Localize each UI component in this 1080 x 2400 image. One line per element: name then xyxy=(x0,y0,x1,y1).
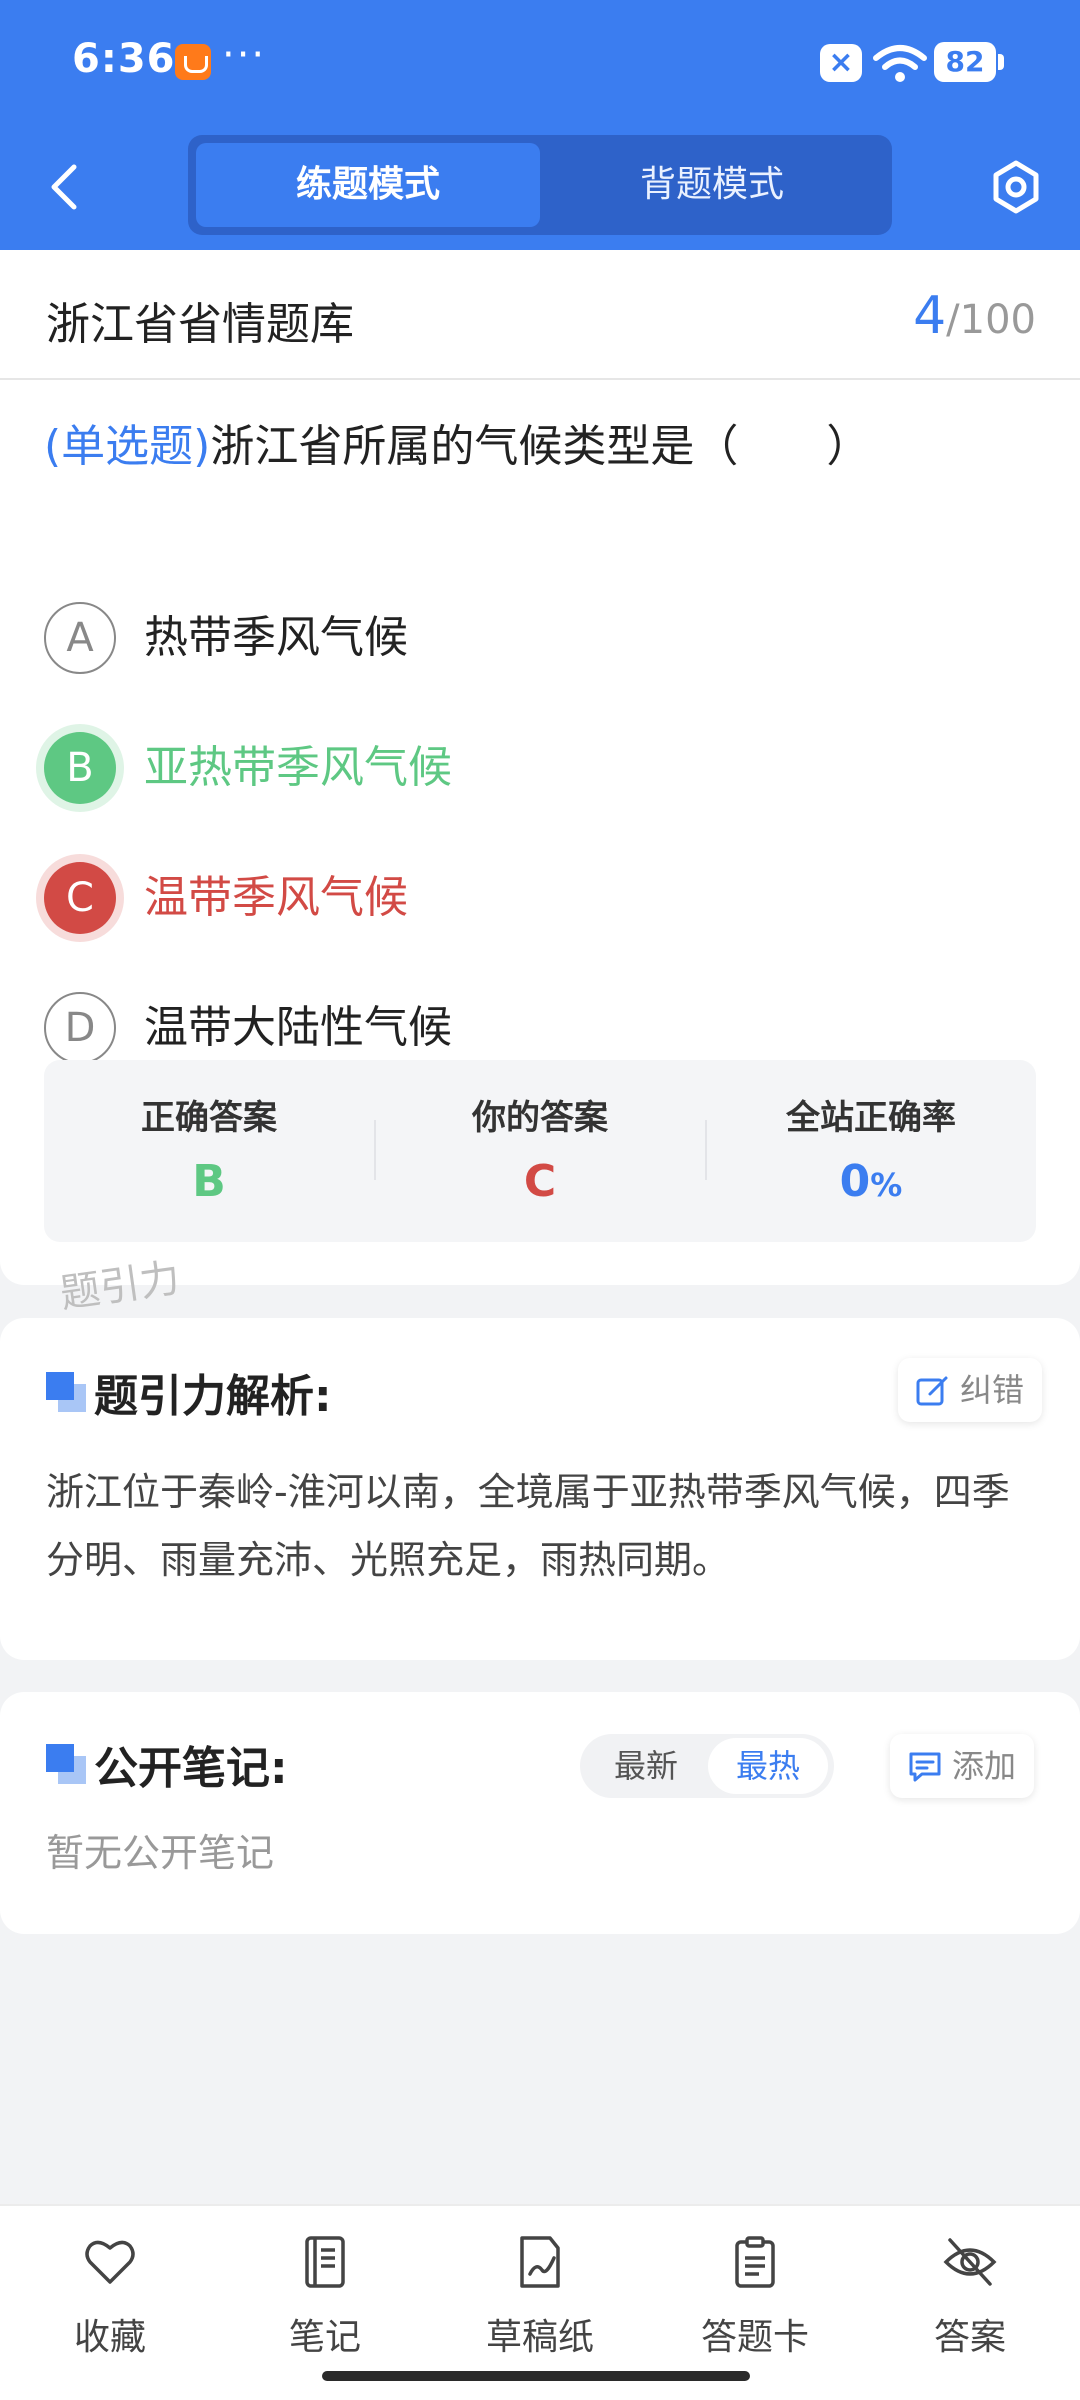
option-letter: B xyxy=(44,732,116,804)
draft-paper-icon xyxy=(520,2236,560,2288)
report-error-label: 纠错 xyxy=(960,1371,1025,1409)
add-note-label: 添加 xyxy=(952,1747,1017,1785)
option-text: 亚热带季风气候 xyxy=(144,742,452,793)
stat-value: B xyxy=(192,1156,226,1207)
accuracy-unit: % xyxy=(870,1166,903,1204)
progress-current: 4 xyxy=(913,286,947,346)
sort-newest[interactable]: 最新 xyxy=(586,1738,706,1794)
toolbar-answer[interactable]: 答案 xyxy=(890,2234,1050,2374)
toolbar-label: 收藏 xyxy=(73,2317,146,2358)
app-header: 6:36 ··· × 82 练题模式 背题模式 xyxy=(0,0,1080,250)
toolbar-notes[interactable]: 笔记 xyxy=(245,2234,405,2374)
comment-icon xyxy=(909,1752,941,1782)
stat-value: C xyxy=(523,1156,557,1207)
option-text: 温带大陆性气候 xyxy=(144,1002,452,1053)
status-bar: 6:36 ··· × 82 xyxy=(0,0,1080,125)
wifi-icon xyxy=(873,45,927,82)
question-card: 浙江省省情题库 4/100 (单选题)浙江省所属的气候类型是（ ） A 热带季风… xyxy=(0,250,1080,1285)
question-progress: 4/100 xyxy=(913,286,1036,346)
section-marker-icon xyxy=(46,1372,86,1412)
back-arrow-icon[interactable] xyxy=(40,157,90,217)
home-indicator[interactable] xyxy=(322,2371,750,2381)
shopping-bag-icon xyxy=(175,44,211,80)
progress-total: /100 xyxy=(946,297,1036,343)
add-note-button[interactable]: 添加 xyxy=(890,1734,1035,1798)
stat-label: 全站正确率 xyxy=(786,1098,956,1138)
stat-label: 你的答案 xyxy=(472,1098,608,1138)
question-bank-title: 浙江省省情题库 xyxy=(46,299,354,350)
analysis-title: 题引力解析: xyxy=(94,1371,332,1422)
stat-label: 正确答案 xyxy=(141,1098,277,1138)
answer-stats: 正确答案 B 你的答案 C 全站正确率 0% xyxy=(44,1060,1036,1242)
option-letter: C xyxy=(44,862,116,934)
toolbar-favorite[interactable]: 收藏 xyxy=(30,2234,190,2374)
toolbar-label: 答案 xyxy=(933,2317,1006,2358)
analysis-card: 题引力解析: 纠错 浙江位于秦岭-淮河以南，全境属于亚热带季风气候，四季分明、雨… xyxy=(0,1318,1080,1660)
option-letter: A xyxy=(44,602,116,674)
notebook-icon xyxy=(305,2236,345,2288)
option-letter: D xyxy=(44,992,116,1064)
option-text: 温带季风气候 xyxy=(144,872,408,923)
status-time: 6:36 xyxy=(72,36,176,82)
sort-hottest[interactable]: 最热 xyxy=(708,1738,828,1794)
notes-title: 公开笔记: xyxy=(94,1743,288,1794)
option-a[interactable]: A 热带季风气候 xyxy=(44,598,1024,678)
edit-icon xyxy=(916,1376,948,1406)
accuracy-value: 0 xyxy=(839,1156,871,1207)
divider xyxy=(0,378,1080,380)
battery-indicator: 82 xyxy=(934,42,1004,82)
no-sim-icon: × xyxy=(820,44,862,82)
option-c[interactable]: C 温带季风气候 xyxy=(44,858,1024,938)
mode-switch: 练题模式 背题模式 xyxy=(188,135,892,235)
toolbar-label: 笔记 xyxy=(288,2317,361,2358)
question-type: (单选题) xyxy=(44,421,211,472)
tab-memorize-mode[interactable]: 背题模式 xyxy=(540,143,884,227)
stat-correct-answer: 正确答案 B xyxy=(44,1060,374,1242)
stat-your-answer: 你的答案 C xyxy=(375,1060,705,1242)
public-notes-card: 公开笔记: 最新 最热 添加 暂无公开笔记 xyxy=(0,1692,1080,1934)
option-b[interactable]: B 亚热带季风气候 xyxy=(44,728,1024,808)
settings-icon[interactable] xyxy=(988,157,1044,217)
notes-sort-switch: 最新 最热 xyxy=(580,1734,834,1798)
tab-practice-mode[interactable]: 练题模式 xyxy=(196,143,540,227)
report-error-button[interactable]: 纠错 xyxy=(898,1358,1043,1422)
toolbar-draft[interactable]: 草稿纸 xyxy=(460,2234,620,2374)
eye-off-icon xyxy=(943,2238,997,2286)
nav-bar: 练题模式 背题模式 xyxy=(0,125,1080,250)
option-d[interactable]: D 温带大陆性气候 xyxy=(44,988,1024,1068)
question-stem: 浙江省所属的气候类型是（ ） xyxy=(210,421,871,472)
analysis-text: 浙江位于秦岭-淮河以南，全境属于亚热带季风气候，四季分明、雨量充沛、光照充足，雨… xyxy=(46,1470,1010,1582)
toolbar-label: 草稿纸 xyxy=(485,2317,594,2358)
toolbar-answer-card[interactable]: 答题卡 xyxy=(675,2234,835,2374)
toolbar-label: 答题卡 xyxy=(700,2317,809,2358)
question-text: (单选题)浙江省所属的气候类型是（ ） xyxy=(44,410,870,474)
stat-value: 0% xyxy=(706,1156,1036,1207)
stat-site-accuracy: 全站正确率 0% xyxy=(706,1060,1036,1242)
answer-card-icon xyxy=(735,2236,775,2288)
heart-icon xyxy=(85,2240,135,2284)
option-text: 热带季风气候 xyxy=(144,612,408,663)
section-marker-icon xyxy=(46,1744,86,1784)
notes-empty-text: 暂无公开笔记 xyxy=(46,1831,275,1875)
more-notifications-icon: ··· xyxy=(222,32,267,78)
